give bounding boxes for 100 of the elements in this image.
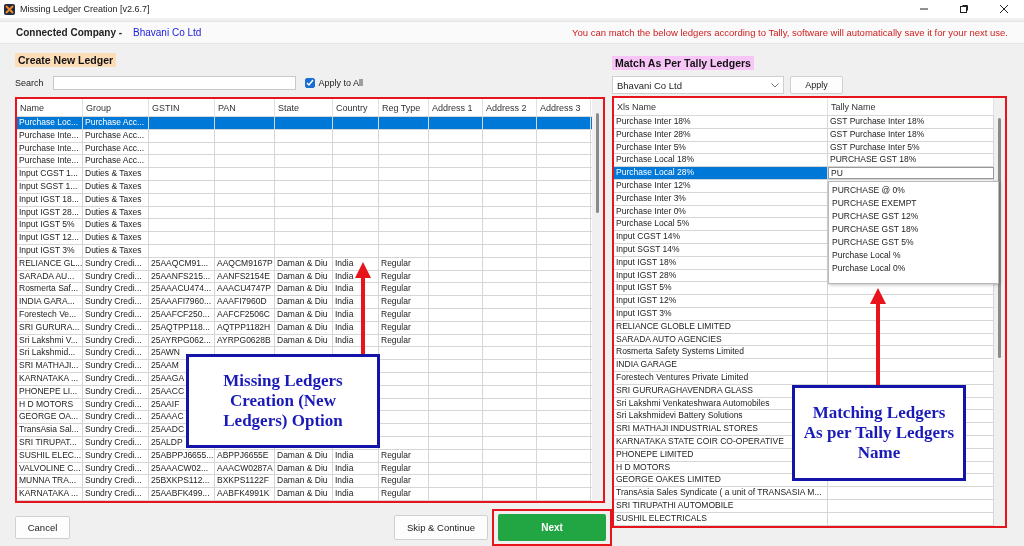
cancel-button[interactable]: Cancel (15, 516, 70, 539)
table-cell: Sundry Credi... (83, 411, 149, 424)
table-cell: 25AAAFI7960... (149, 296, 215, 308)
table-cell: AAAFI7960D (215, 296, 275, 308)
table-row[interactable]: KARNATAKA ... Sundry Credi... 25AABFK499... AABFK4991K Daman & Diu India Regular (17, 488, 592, 501)
table-cell: Input IGST 5% (17, 219, 83, 232)
table-cell: Regular (379, 257, 429, 270)
table-row[interactable]: Purchase Loc... Purchase Acc... (17, 117, 592, 130)
column-header[interactable]: PAN (215, 99, 275, 116)
column-header[interactable]: Xls Name (614, 98, 828, 115)
table-cell: Input IGST 12... (17, 232, 83, 244)
callout-tooltip: Matching Ledgers As per Tally Ledgers Name (792, 385, 966, 481)
connected-company-label: Connected Company - (16, 27, 124, 38)
table-cell: RELIANCE GLOBLE LIMITED (614, 320, 828, 333)
table-cell: Daman & Diu (275, 334, 333, 347)
suggestion-item[interactable]: PURCHASE @ 0% (829, 184, 998, 197)
suggestion-item[interactable]: PURCHASE EXEMPT (829, 197, 998, 210)
table-cell: India (333, 462, 379, 475)
callout-tooltip: Missing Ledgers Creation (New Ledgers) Option (186, 354, 380, 448)
table-cell: Sundry Credi... (83, 475, 149, 488)
column-header[interactable]: Group (83, 99, 149, 116)
column-header[interactable]: Address 1 (429, 99, 483, 116)
close-icon[interactable] (999, 4, 1009, 14)
table-cell: Daman & Diu (275, 283, 333, 296)
table-cell: Purchase Acc... (83, 129, 149, 142)
restore-icon[interactable] (959, 4, 969, 14)
table-cell: SUSHIL ELECTRICALS (614, 512, 828, 525)
table-cell: TransAsia Sales Syndicate ( a unit of TRANSASIA M... (614, 487, 828, 499)
table-cell: Daman & Diu (275, 321, 333, 334)
table-cell: 25ABPPJ6655... (149, 449, 215, 462)
table-cell: Purchase Local 28% (614, 167, 828, 179)
table-cell: 25BXKPS112... (149, 475, 215, 488)
column-header[interactable]: Address 2 (483, 99, 537, 116)
suggestion-item[interactable]: PURCHASE GST 5% (829, 236, 998, 249)
table-cell: Daman & Diu (275, 462, 333, 475)
table-cell: Sundry Credi... (83, 436, 149, 449)
skip-continue-button[interactable]: Skip & Continue (394, 515, 488, 540)
suggestion-item[interactable]: Purchase Local 0% (829, 262, 998, 275)
table-row[interactable]: Rosmerta Saf... Sundry Credi... 25AAACU474... AAACU4747P Daman & Diu India Regular (17, 283, 592, 297)
table-cell: Sundry Credi... (83, 347, 149, 360)
table-cell: SRI MATHAJI... (17, 360, 83, 372)
table-cell: Daman & Diu (275, 270, 333, 283)
table-cell: Sundry Credi... (83, 488, 149, 500)
company-dropdown[interactable]: Bhavani Co Ltd (612, 76, 784, 94)
column-header[interactable]: Name (17, 99, 83, 116)
table-row[interactable]: Purchase Inte... Purchase Acc... (17, 155, 592, 169)
column-header[interactable]: State (275, 99, 333, 116)
panel-title: Match As Per Tally Ledgers (612, 56, 754, 70)
table-cell: Sri Lakshmid... (17, 347, 83, 360)
panel-title: Create New Ledger (15, 53, 117, 67)
column-header[interactable]: Reg Type (379, 99, 429, 116)
table-cell: Regular (379, 283, 429, 296)
table-cell: KARNATAKA ... (17, 488, 83, 500)
table-cell: Input IGST 3% (17, 244, 83, 257)
column-header[interactable]: Address 3 (537, 99, 591, 116)
search-field[interactable] (52, 76, 296, 90)
table-row[interactable]: Input CGST 1... Duties & Taxes (17, 168, 592, 181)
table-cell: AABFK4991K (215, 488, 275, 500)
table-cell: Sundry Credi... (83, 360, 149, 372)
table-cell: Daman & Diu (275, 296, 333, 308)
table-cell: Regular (379, 449, 429, 462)
table-cell: Input IGST 28... (17, 206, 83, 219)
table-cell: Daman & Diu (275, 308, 333, 321)
table-row[interactable]: MUNNA TRA... Sundry Credi... 25BXKPS112... BXKPS1122F Daman & Diu India Regular (17, 475, 592, 489)
table-cell: India (333, 488, 379, 500)
table-cell: AQTPP1182H (215, 321, 275, 334)
table-row[interactable]: Input IGST 12... Duties & Taxes (17, 232, 592, 245)
suggestion-item[interactable]: Purchase Local % (829, 249, 998, 262)
table-cell: AAFCF2506C (215, 308, 275, 321)
table-cell: 25AAACU474... (149, 283, 215, 296)
table-cell: Input IGST 12% (614, 295, 828, 307)
apply-all-label: Apply to All (318, 78, 364, 88)
apply-all-checkbox[interactable] (304, 78, 315, 88)
table-cell: VALVOLINE C... (17, 462, 83, 475)
column-header[interactable]: Country (333, 99, 379, 116)
suggestion-item[interactable]: PURCHASE GST 12% (829, 210, 998, 223)
table-row[interactable]: Input IGST 5% Duties & Taxes (17, 219, 592, 233)
table-cell: Duties & Taxes (83, 181, 149, 193)
search-label: Search (15, 78, 44, 88)
table-cell: Purchase Loc... (17, 117, 83, 129)
table-cell: KARNATAKA ... (17, 372, 83, 385)
table-cell: 25AYRPG062... (149, 334, 215, 347)
table-cell: Purchase Acc... (83, 155, 149, 168)
apply-button[interactable]: Apply (790, 76, 843, 94)
table-cell: Rosmerta Safety Systems Limited (614, 346, 828, 359)
table-cell: India (333, 475, 379, 488)
table-cell: SRI TIRUPATHI AUTOMOBILE (614, 499, 828, 512)
table-cell: Duties & Taxes (83, 193, 149, 206)
suggestion-item[interactable]: PURCHASE GST 18% (829, 223, 998, 236)
table-cell: Duties & Taxes (83, 168, 149, 180)
column-header[interactable]: GSTIN (149, 99, 215, 116)
table-cell: Sundry Credi... (83, 308, 149, 321)
tally-name-input[interactable]: PU (828, 167, 994, 179)
table-cell: Purchase Local 18% (614, 154, 828, 167)
table-cell: RELIANCE GL... (17, 257, 83, 270)
table-row[interactable]: INDIA GARA... Sundry Credi... 25AAAFI7960... AAAFI7960D Daman & Diu India Regular (17, 296, 592, 309)
table-cell: 25AQTPP118... (149, 321, 215, 334)
scrollbar[interactable] (592, 99, 603, 501)
table-cell: Purchase Inter 18% (614, 116, 828, 128)
table-cell: Sundry Credi... (83, 270, 149, 283)
